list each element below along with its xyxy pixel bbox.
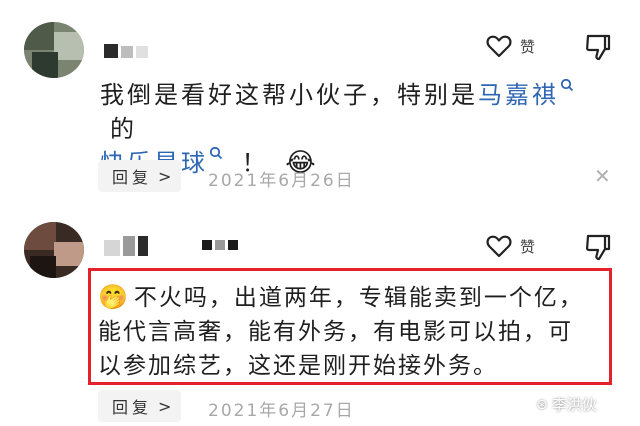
comment-text: 🤭 不火吗，出道两年，专辑能卖到一个亿， 能代言高奢，能有外务，有电影可以拍，可 …: [98, 280, 608, 383]
avatar-blur-block: [30, 256, 56, 278]
comment-2: 赞 🤭 不火吗，出道两年，专辑能卖到一个亿， 能代言高奢，能有外务，有电影可以拍，…: [0, 0, 640, 426]
comment-text-line: 不火吗，出道两年，专辑能卖到一个亿，: [133, 285, 584, 311]
like-button[interactable]: [484, 232, 514, 260]
username-mosaic[interactable]: [104, 236, 148, 256]
thumbs-down-icon: [586, 234, 611, 261]
avatar-blur-block: [24, 222, 56, 250]
like-label: 赞: [520, 238, 536, 256]
comment-text-line: 能代言高奢，能有外务，有电影可以拍，可: [98, 319, 573, 345]
shushing-emoji-icon: 🤭: [98, 283, 130, 311]
avatar-blur-block: [54, 242, 84, 266]
username-mosaic: [202, 240, 238, 250]
heart-icon: [486, 235, 512, 258]
watermark-logo-icon: ⊛: [536, 396, 548, 413]
chevron-right-icon: >: [158, 396, 172, 416]
comment-text-line: 以参加综艺，这还是刚开始接外务。: [98, 353, 498, 379]
comment-date: 2021年6月27日: [208, 401, 355, 421]
avatar[interactable]: [24, 222, 84, 278]
watermark-text: 李洪伙: [551, 396, 597, 414]
watermark: ⊛ 李洪伙: [536, 394, 597, 415]
dislike-button[interactable]: [584, 232, 612, 262]
reply-label: 回复: [112, 398, 153, 417]
reply-button[interactable]: 回复 >: [98, 390, 182, 422]
